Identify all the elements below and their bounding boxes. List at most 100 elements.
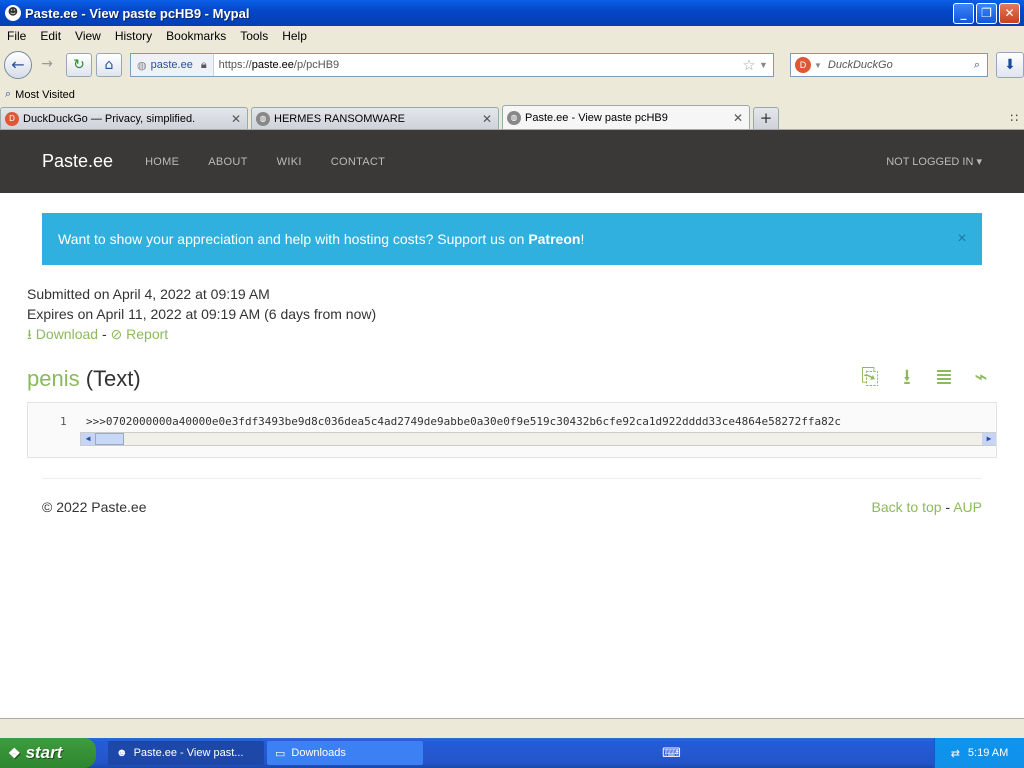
- home-button[interactable]: ⌂: [96, 53, 122, 77]
- scroll-right-icon[interactable]: ▶: [982, 433, 996, 445]
- tab-label: DuckDuckGo — Privacy, simplified.: [23, 112, 196, 125]
- alert-tail: !: [580, 231, 585, 247]
- alert-text: Want to show your appreciation and help …: [58, 231, 529, 247]
- download-icon[interactable]: ⭳: [27, 326, 32, 342]
- folder-icon: ▭: [275, 747, 286, 760]
- minimize-button[interactable]: _: [953, 2, 974, 24]
- tab-label: HERMES RANSOMWARE: [274, 112, 405, 125]
- maximize-button[interactable]: ❐: [976, 2, 997, 24]
- tab-close-icon[interactable]: ✕: [480, 112, 494, 126]
- taskbar-item-downloads[interactable]: ▭ Downloads: [267, 741, 423, 765]
- tab-close-icon[interactable]: ✕: [229, 112, 243, 126]
- url-scheme: https://: [218, 59, 252, 71]
- title-bar: ☻ Paste.ee - View paste pcHB9 - Mypal _ …: [0, 0, 1024, 26]
- menu-help[interactable]: Help: [275, 29, 314, 43]
- paste-tool-icons: ⎘ ⭳ ≣ ⌁: [857, 364, 1005, 390]
- menu-tools[interactable]: Tools: [233, 29, 275, 43]
- paste-actions: ⭳ Download - ⊘ Report: [27, 324, 168, 344]
- globe-favicon: ◍: [256, 111, 270, 126]
- paste-name: penis: [27, 366, 80, 391]
- nav-wiki-link[interactable]: WIKI: [277, 156, 302, 168]
- network-icon[interactable]: ⇄: [951, 747, 960, 760]
- menu-file[interactable]: File: [0, 29, 33, 43]
- embed-plug-icon[interactable]: ⌁: [968, 364, 994, 390]
- menu-view[interactable]: View: [68, 29, 108, 43]
- raw-file-icon[interactable]: ≣: [931, 364, 957, 390]
- copy-clipboard-icon[interactable]: ⎘: [857, 364, 883, 390]
- navigation-toolbar: ← → ↻ ⌂ ◍ paste.ee 🔒︎ https://paste.ee/p…: [0, 46, 1024, 84]
- patreon-link[interactable]: Patreon: [528, 231, 580, 247]
- footer-links: Back to top - AUP: [871, 499, 982, 515]
- tab-duckduckgo[interactable]: D DuckDuckGo — Privacy, simplified. ✕: [0, 107, 248, 129]
- system-tray: ⇄ 5:19 AM: [933, 738, 1024, 768]
- nav-home-link[interactable]: HOME: [145, 156, 179, 168]
- taskbar-item-label: Downloads: [291, 747, 346, 759]
- search-icon[interactable]: ⌕: [967, 59, 987, 72]
- site-identity-label: paste.ee: [150, 59, 193, 71]
- taskbar-item-label: Paste.ee - View past...: [133, 747, 244, 759]
- report-icon[interactable]: ⊘: [111, 326, 123, 342]
- search-bar[interactable]: D ▼ DuckDuckGo ⌕: [790, 53, 988, 77]
- start-label: start: [25, 743, 63, 762]
- duckduckgo-icon[interactable]: D: [795, 57, 811, 73]
- mypal-app-icon[interactable]: ☻: [5, 5, 21, 21]
- clock[interactable]: 5:19 AM: [968, 747, 1008, 759]
- report-link[interactable]: Report: [126, 326, 168, 342]
- paste-title: penis (Text): [27, 366, 141, 392]
- submitted-date: Submitted on April 4, 2022 at 09:19 AM: [27, 286, 270, 302]
- footer-divider: [42, 478, 982, 479]
- site-brand-link[interactable]: Paste.ee: [42, 151, 113, 172]
- menu-history[interactable]: History: [108, 29, 159, 43]
- nav-about-link[interactable]: ABOUT: [208, 156, 247, 168]
- scroll-left-icon[interactable]: ◀: [81, 433, 95, 445]
- url-bar[interactable]: ◍ paste.ee 🔒︎ https://paste.ee/p/pcHB9 ☆…: [130, 53, 774, 77]
- tab-hermes-ransomware[interactable]: ◍ HERMES RANSOMWARE ✕: [251, 107, 499, 129]
- scroll-thumb[interactable]: [95, 433, 124, 445]
- list-all-tabs-icon[interactable]: ∷: [1010, 111, 1018, 125]
- globe-favicon: ◍: [507, 110, 521, 125]
- download-paste-icon[interactable]: ⭳: [894, 364, 920, 390]
- bookmark-star-icon[interactable]: ☆: [739, 56, 759, 74]
- site-identity-button[interactable]: ◍ paste.ee 🔒︎: [131, 54, 214, 76]
- code-view[interactable]: 1 >>>0702000000a40000e0e3fdf3493be9d8c03…: [27, 402, 997, 458]
- download-link[interactable]: Download: [36, 326, 98, 342]
- nav-contact-link[interactable]: CONTACT: [331, 156, 385, 168]
- back-to-top-link[interactable]: Back to top: [871, 499, 941, 515]
- reload-button[interactable]: ↻: [66, 53, 92, 77]
- tab-bar: D DuckDuckGo — Privacy, simplified. ✕ ◍ …: [0, 105, 1024, 130]
- tab-paste-ee[interactable]: ◍ Paste.ee - View paste pcHB9 ✕: [502, 105, 750, 129]
- aup-link[interactable]: AUP: [953, 499, 982, 515]
- copyright: © 2022 Paste.ee: [42, 499, 147, 515]
- close-button[interactable]: ✕: [999, 2, 1020, 24]
- menu-bookmarks[interactable]: Bookmarks: [159, 29, 233, 43]
- menu-bar: File Edit View History Bookmarks Tools H…: [0, 26, 1024, 46]
- login-dropdown[interactable]: NOT LOGGED IN ▾: [886, 155, 982, 168]
- menu-edit[interactable]: Edit: [33, 29, 68, 43]
- duckduckgo-favicon: D: [5, 111, 19, 126]
- expires-date: Expires on April 11, 2022 at 09:19 AM (6…: [27, 306, 377, 322]
- new-tab-button[interactable]: +: [753, 107, 779, 129]
- separator: -: [98, 326, 111, 342]
- taskbar-item-browser[interactable]: ☻ Paste.ee - View past...: [108, 741, 264, 765]
- tab-close-icon[interactable]: ✕: [731, 111, 745, 125]
- alert-close-button[interactable]: ×: [942, 230, 982, 248]
- forward-button[interactable]: →: [34, 53, 60, 77]
- mypal-icon: ☻: [116, 747, 128, 759]
- patreon-alert: Want to show your appreciation and help …: [42, 213, 982, 265]
- most-visited-bookmark[interactable]: Most Visited: [15, 89, 75, 101]
- downloads-button[interactable]: ⬇: [996, 52, 1024, 78]
- search-input[interactable]: DuckDuckGo: [828, 59, 967, 71]
- url-domain: paste.ee: [251, 59, 294, 71]
- url-dropdown-icon[interactable]: ▼: [759, 60, 773, 70]
- start-button[interactable]: ❖ start: [0, 738, 96, 768]
- back-button[interactable]: ←: [4, 51, 32, 79]
- url-path: /p/pcHB9: [293, 59, 340, 71]
- globe-icon: ◍: [137, 59, 147, 72]
- separator: -: [941, 499, 954, 515]
- search-engine-dropdown-icon[interactable]: ▼: [814, 61, 822, 70]
- url-input[interactable]: https://paste.ee/p/pcHB9: [214, 59, 739, 71]
- horizontal-scrollbar[interactable]: ◀ ▶: [80, 432, 996, 446]
- paste-meta: Submitted on April 4, 2022 at 09:19 AM E…: [27, 284, 376, 324]
- keyboard-icon[interactable]: ⌨: [662, 746, 681, 761]
- alert-message: Want to show your appreciation and help …: [58, 231, 942, 247]
